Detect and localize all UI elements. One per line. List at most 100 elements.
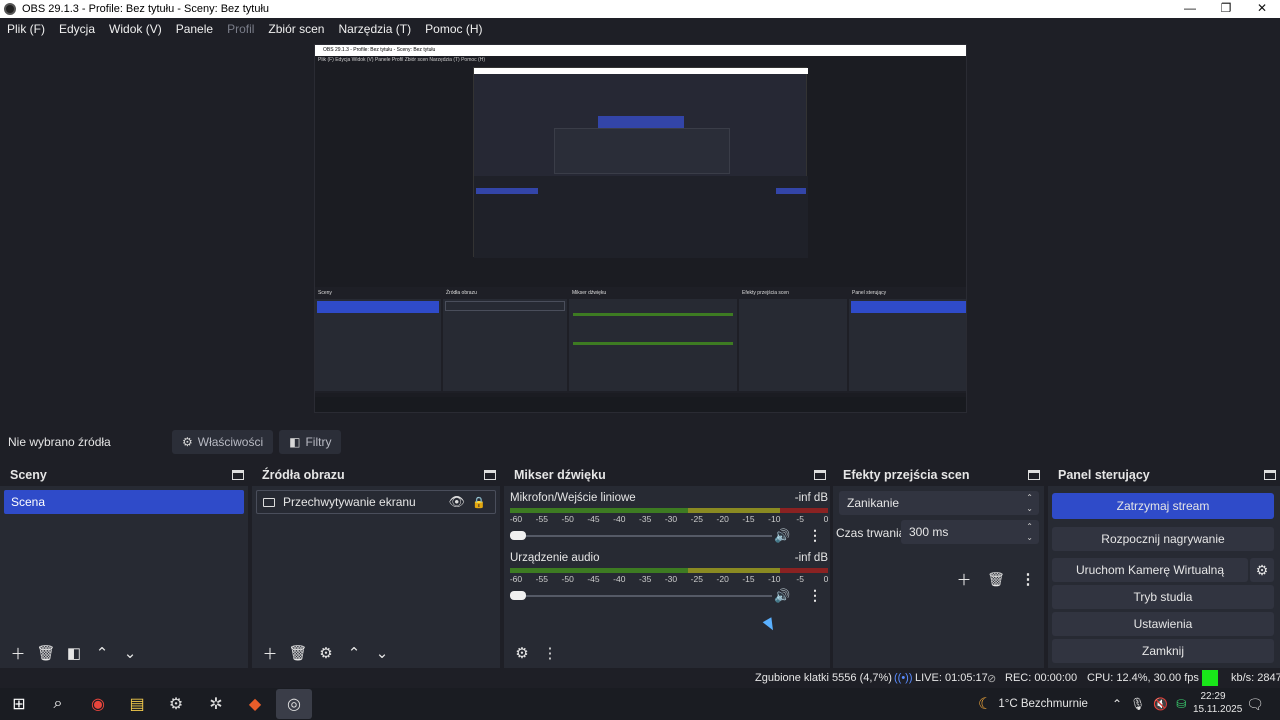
add-transition-button[interactable]: ＋ [948, 567, 980, 591]
updown-chevron-icon[interactable]: ⌃ ⌄ [1026, 520, 1033, 543]
meter-tick-label: -35 [639, 514, 652, 524]
undock-icon[interactable] [232, 470, 244, 480]
transition-select[interactable]: Zanikanie ⌃ ⌄ [839, 491, 1039, 515]
remove-scene-button[interactable]: 🗑 [32, 641, 60, 665]
minimize-button[interactable]: — [1172, 0, 1208, 18]
settings-gear-icon[interactable]: ⚙ [164, 692, 188, 716]
source-item-label: Przechwytywanie ekranu [283, 495, 416, 509]
menu-scene-collection[interactable]: Zbiór scen [261, 22, 331, 36]
weather-widget[interactable]: ☾ 1°C Bezchmurnie [978, 688, 1088, 720]
meter-tick-label: -5 [796, 514, 804, 524]
speaker-icon[interactable]: 🔊 [774, 588, 790, 604]
firefox-icon[interactable]: ◆ [243, 692, 267, 716]
moon-icon: ☾ [978, 696, 993, 713]
transition-select-value: Zanikanie [847, 496, 900, 510]
meter-tick-label: 0 [823, 514, 829, 524]
menu-tools[interactable]: Narzędzia (T) [331, 22, 418, 36]
remove-source-button[interactable]: 🗑 [284, 641, 312, 665]
scene-item[interactable]: Scena [4, 490, 244, 514]
mixer-channel-desktop: Urządzenie audio -inf dB -60 -55 -50 -45 -40… [510, 552, 829, 605]
clock[interactable]: 22:29 15.11.2025 [1193, 690, 1242, 716]
volume-slider-knob[interactable] [510, 591, 526, 600]
undock-icon[interactable] [814, 470, 826, 480]
microphone-icon[interactable]: 🎙 [1130, 697, 1145, 711]
add-scene-button[interactable]: ＋ [4, 641, 32, 665]
lock-icon[interactable]: 🔒 [472, 496, 486, 509]
scenes-dock: Sceny Scena ＋ 🗑 ◧ ⌃ ⌄ [0, 464, 248, 668]
move-scene-up-button[interactable]: ⌃ [88, 641, 116, 665]
undock-icon[interactable] [1264, 470, 1276, 480]
menu-edit[interactable]: Edycja [52, 22, 102, 36]
undock-icon[interactable] [1028, 470, 1040, 480]
transitions-dock: Efekty przejścia scen Zanikanie ⌃ ⌄ Czas … [833, 464, 1044, 668]
volume-slider-track[interactable] [510, 535, 772, 537]
properties-button[interactable]: ⚙ Właściwości [172, 430, 274, 454]
chevron-up-icon[interactable]: ⌃ [1112, 697, 1122, 711]
studio-mode-button[interactable]: Tryb studia [1052, 585, 1274, 609]
remove-transition-button[interactable]: 🗑 [980, 567, 1012, 591]
chrome-icon[interactable]: ◉ [86, 692, 110, 716]
obs-taskbar-icon[interactable]: ◎ [276, 689, 312, 719]
meter-tick-label: -40 [613, 574, 626, 584]
program-preview[interactable]: OBS 29.1.3 - Profile: Bez tytułu - Sceny… [314, 44, 967, 413]
volume-slider-knob[interactable] [510, 531, 526, 540]
eye-icon[interactable]: 👁 [448, 494, 465, 510]
start-recording-button[interactable]: Rozpocznij nagrywanie [1052, 527, 1274, 551]
preview-nested-menu: Plik (F) Edycja Widok (V) Panele Profil … [318, 57, 485, 63]
channel-name: Urządzenie audio [510, 552, 600, 564]
scenes-dock-title: Sceny [10, 468, 47, 482]
channel-name: Mikrofon/Wejście liniowe [510, 492, 636, 504]
preview-nested-taskbar [315, 397, 966, 412]
virtual-camera-settings-gear-icon[interactable]: ⚙ [1250, 558, 1274, 582]
menu-help[interactable]: Pomoc (H) [418, 22, 489, 36]
audio-mixer-dock: Mikser dźwięku Mikrofon/Wejście liniowe … [504, 464, 830, 668]
notification-icon[interactable]: 🗨 [1243, 692, 1267, 716]
move-scene-down-button[interactable]: ⌄ [116, 641, 144, 665]
windows-start-icon[interactable]: ⊞ [7, 692, 31, 716]
source-properties-button[interactable]: ⚙ [312, 641, 340, 665]
move-source-down-button[interactable]: ⌄ [368, 641, 396, 665]
stop-stream-button[interactable]: Zatrzymaj stream [1052, 493, 1274, 519]
volume-slider-track[interactable] [510, 595, 772, 597]
scene-filters-button[interactable]: ◧ [60, 641, 88, 665]
start-virtual-camera-button[interactable]: Uruchom Kamerę Wirtualną [1052, 558, 1248, 582]
filters-label: Filtry [305, 435, 332, 449]
menu-view[interactable]: Widok (V) [102, 22, 169, 36]
live-time-text: LIVE: 01:05:17 [915, 672, 988, 684]
window-titlebar: OBS 29.1.3 - Profile: Bez tytułu - Sceny… [0, 0, 1280, 18]
rec-time-text: REC: 00:00:00 [1005, 672, 1078, 684]
monitor-icon [263, 497, 275, 507]
close-button[interactable]: ✕ [1244, 0, 1280, 18]
meter-tick-label: -15 [742, 574, 755, 584]
source-item[interactable]: Przechwytywanie ekranu 👁 🔒 [256, 490, 496, 514]
settings-button[interactable]: Ustawienia [1052, 612, 1274, 636]
window-title: OBS 29.1.3 - Profile: Bez tytułu - Sceny… [22, 3, 270, 15]
search-icon[interactable]: ⌕ [46, 692, 70, 716]
app-gear-icon[interactable]: ✲ [204, 692, 228, 716]
system-tray: ⌃ 🎙 🔇 ⛁ [1112, 688, 1186, 720]
menu-docks[interactable]: Panele [169, 22, 220, 36]
transition-menu-button[interactable]: ⋮ [1012, 567, 1044, 591]
mixer-menu-button[interactable]: ⋮ [536, 641, 564, 665]
meter-tick-label: -5 [796, 574, 804, 584]
speaker-icon[interactable]: 🔊 [774, 528, 790, 544]
filters-button[interactable]: ◧ Filtry [279, 430, 342, 454]
meter-tick-label: -35 [639, 574, 652, 584]
exit-button[interactable]: Zamknij [1052, 639, 1274, 663]
add-source-button[interactable]: ＋ [256, 641, 284, 665]
advanced-audio-button[interactable]: ⚙ [508, 641, 536, 665]
undock-icon[interactable] [484, 470, 496, 480]
maximize-button[interactable]: ❐ [1208, 0, 1244, 18]
menu-file[interactable]: Plik (F) [0, 22, 52, 36]
duration-spinbox[interactable]: 300 ms ⌃ ⌄ [901, 520, 1039, 544]
properties-label: Właściwości [197, 435, 264, 449]
kebab-menu-icon[interactable]: ⋮ [808, 527, 822, 544]
network-icon[interactable]: ⛁ [1176, 697, 1186, 711]
meter-tick-label: -10 [768, 514, 781, 524]
file-explorer-icon[interactable]: ▤ [125, 692, 149, 716]
speaker-muted-icon[interactable]: 🔇 [1153, 697, 1168, 711]
move-source-up-button[interactable]: ⌃ [340, 641, 368, 665]
kebab-menu-icon[interactable]: ⋮ [808, 587, 822, 604]
clock-time: 22:29 [1200, 691, 1226, 702]
meter-tick-label: -10 [768, 574, 781, 584]
